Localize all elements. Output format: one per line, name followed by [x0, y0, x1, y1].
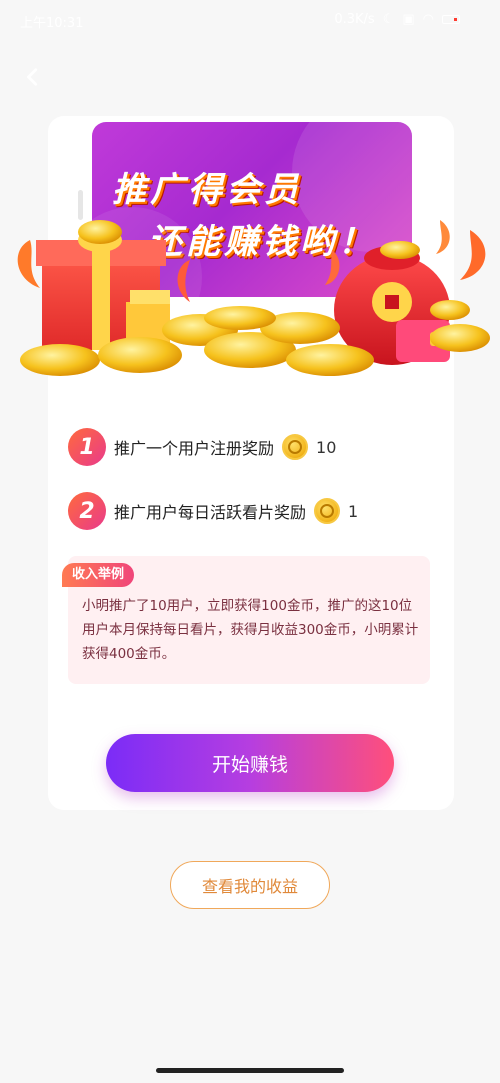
reward-value: 1 [348, 501, 359, 521]
reward-description: 推广一个用户注册奖励 [114, 439, 275, 458]
moon-icon: ☾ [382, 12, 395, 27]
promo-banner: 推广得会员 还能赚钱哟！ [92, 122, 412, 297]
start-earning-button[interactable]: 开始赚钱 [106, 734, 394, 792]
reward-item: 1 推广一个用户注册奖励 10 [68, 424, 434, 470]
status-bar: 上午10:31 0.3K/s ☾ ▣ ◠ [0, 0, 500, 44]
wifi-icon: ◠ [422, 12, 434, 27]
reward-item: 2 推广用户每日活跃看片奖励 1 [68, 488, 434, 534]
view-my-earnings-button[interactable]: 查看我的收益 [170, 861, 330, 909]
reward-number-badge: 2 [68, 492, 106, 530]
banner-handle [78, 190, 83, 220]
banner-title: 推广得会员 [112, 170, 302, 210]
reward-value: 10 [316, 437, 337, 457]
reward-number-badge: 1 [68, 428, 106, 466]
coin-icon [282, 434, 309, 460]
income-example-text: 小明推广了10用户，立即获得100金币，推广的这10位用户本月保持每日看片，获得… [82, 598, 419, 662]
battery-icon [442, 15, 460, 24]
rewards-list: 1 推广一个用户注册奖励 10 2 推广用户每日活跃看片奖励 1 [68, 424, 434, 552]
banner-subtitle: 还能赚钱哟！ [148, 222, 376, 262]
chevron-left-icon [27, 68, 38, 86]
coin-icon [314, 498, 341, 524]
screen-record-icon: ▣ [402, 12, 415, 27]
home-indicator[interactable] [156, 1068, 344, 1073]
reward-description: 推广用户每日活跃看片奖励 [114, 503, 307, 522]
back-button[interactable] [22, 66, 52, 96]
status-time: 上午10:31 [20, 16, 84, 31]
status-icons: 0.3K/s ☾ ▣ ◠ [334, 12, 460, 27]
income-example-tag: 收入举例 [62, 563, 135, 587]
network-speed: 0.3K/s [334, 12, 375, 27]
